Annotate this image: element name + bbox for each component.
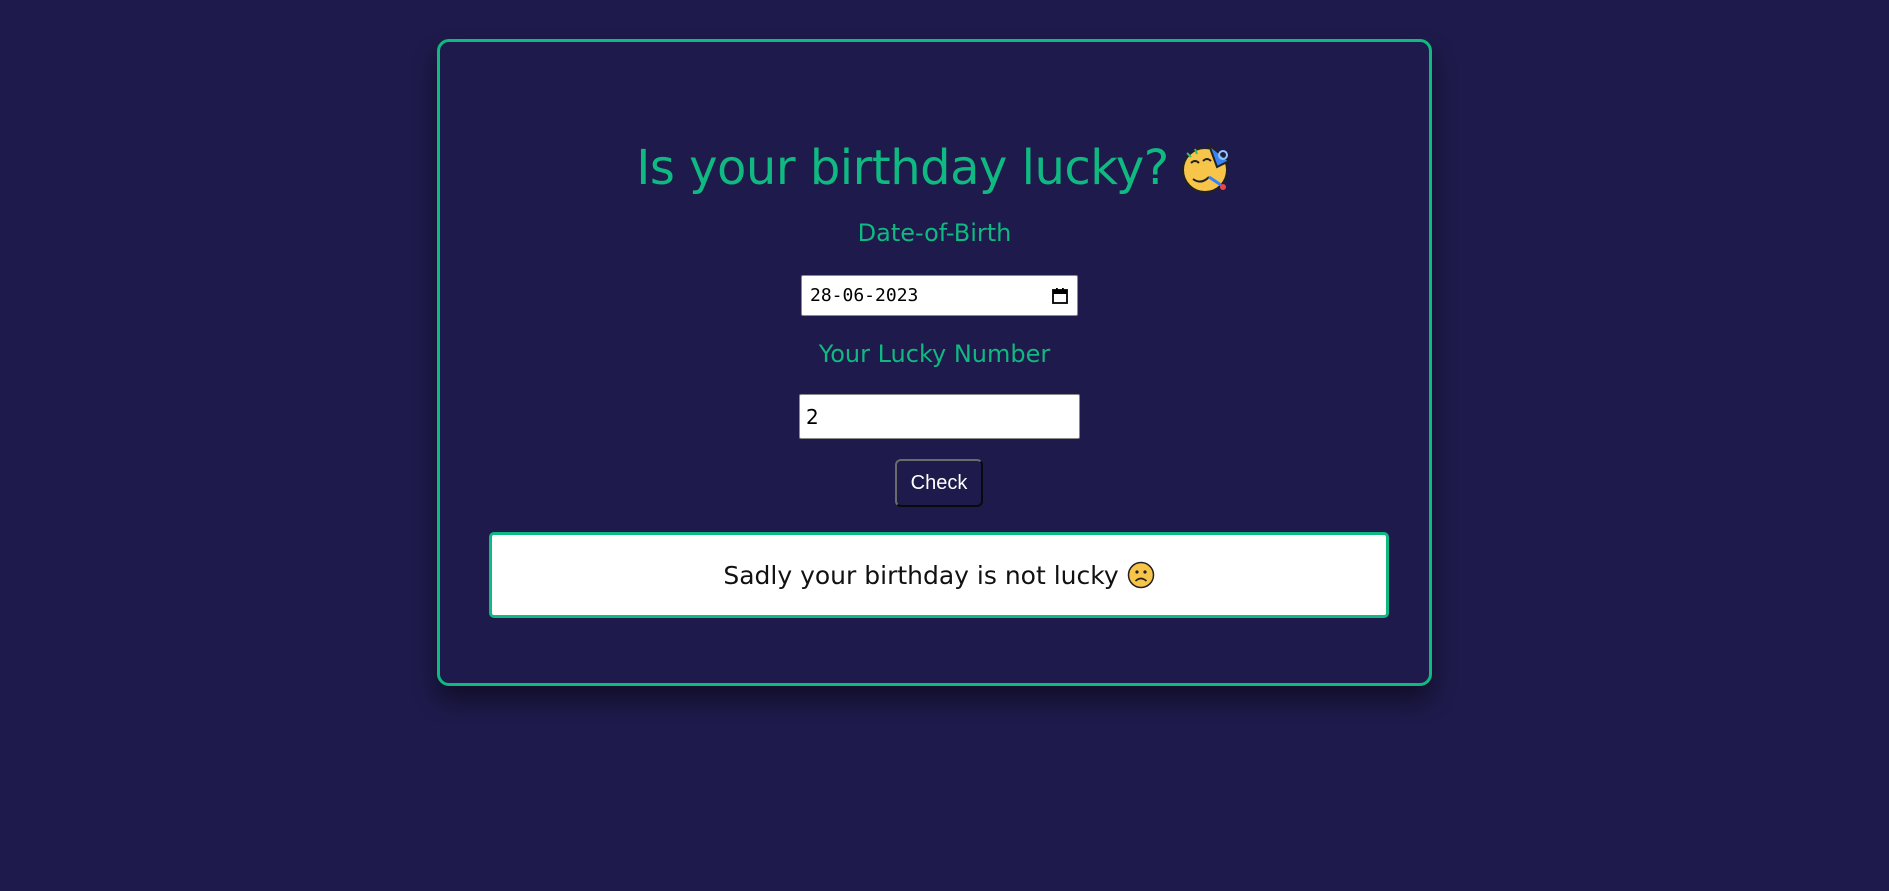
partying-face-icon xyxy=(1179,141,1233,195)
lucky-number-input[interactable] xyxy=(799,394,1080,439)
calendar-icon[interactable] xyxy=(1051,287,1069,305)
result-message-box: Sadly your birthday is not lucky xyxy=(489,532,1389,618)
slightly-frowning-face-icon xyxy=(1127,561,1155,589)
title-row: Is your birthday lucky? xyxy=(440,128,1429,208)
dob-label: Date-of-Birth xyxy=(857,219,1012,247)
lucky-number-label: Your Lucky Number xyxy=(818,340,1051,368)
dob-date-input[interactable]: 28-06-2023 xyxy=(801,275,1078,316)
dob-date-value: 28-06-2023 xyxy=(810,285,919,306)
check-button[interactable]: Check xyxy=(895,459,983,507)
page-title: Is your birthday lucky? xyxy=(636,140,1169,196)
main-card: Is your birthday lucky? Date-of-Birth 28… xyxy=(437,39,1432,686)
result-message: Sadly your birthday is not lucky xyxy=(723,560,1119,590)
